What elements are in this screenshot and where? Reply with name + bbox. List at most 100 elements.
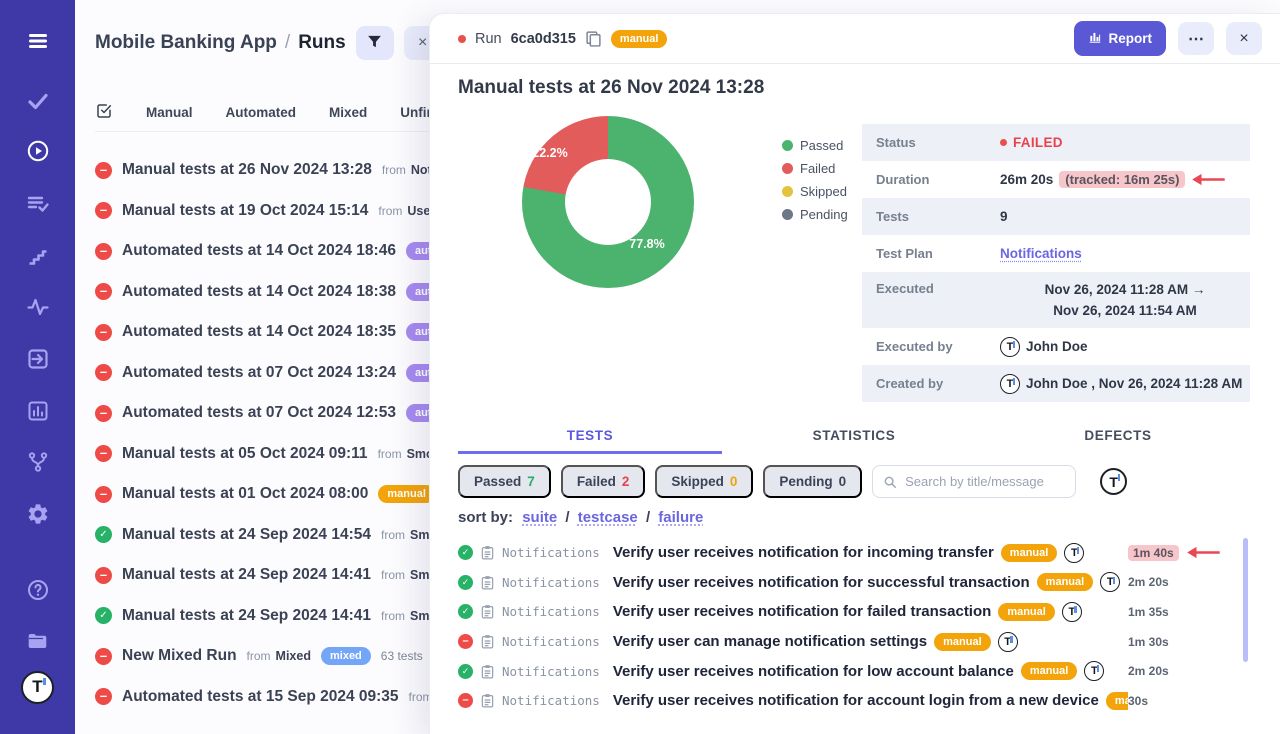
menu-icon[interactable] xyxy=(24,27,52,55)
assignee-avatar: T xyxy=(1084,661,1104,681)
close-icon: × xyxy=(418,34,427,52)
test-title: Verify user receives notification for in… xyxy=(613,544,994,561)
run-title: Automated tests at 07 Oct 2024 13:24 xyxy=(122,364,396,382)
tab-manual[interactable]: Manual xyxy=(146,105,193,120)
status-filter-chip[interactable]: Failed 2 xyxy=(561,465,646,498)
status-filter-chip[interactable]: Pending 0 xyxy=(763,465,862,498)
tests-scrollbar[interactable] xyxy=(1243,538,1248,662)
ellipsis-icon: ⋯ xyxy=(1188,29,1204,49)
sort-by-suite[interactable]: suite xyxy=(522,509,557,526)
assignee-filter-avatar[interactable]: T xyxy=(1100,468,1127,495)
sort-by-testcase[interactable]: testcase xyxy=(578,509,638,526)
tab-defects[interactable]: DEFECTS xyxy=(986,420,1250,454)
run-title: Automated tests at 07 Oct 2024 12:53 xyxy=(122,404,396,422)
test-row[interactable]: Notifications Verify user receives notif… xyxy=(458,538,1242,568)
from-label: from xyxy=(378,447,402,461)
app-sidebar: T xyxy=(0,0,75,734)
funnel-icon xyxy=(366,33,383,53)
tab-automated[interactable]: Automated xyxy=(226,105,297,120)
test-type-badge: manual xyxy=(1021,662,1078,680)
tracked-duration: (tracked: 16m 25s) xyxy=(1059,171,1185,188)
test-duration: 2m 20s xyxy=(1128,664,1242,678)
assignee-avatar: T xyxy=(998,632,1018,652)
reports-icon[interactable] xyxy=(24,397,52,425)
run-title: Automated tests at 15 Sep 2024 09:35 xyxy=(122,688,399,706)
legend-dot xyxy=(782,163,793,174)
breadcrumb-section: Runs xyxy=(298,32,346,54)
search-input[interactable] xyxy=(905,474,1065,489)
executed-end: Nov 26, 2024 11:54 AM xyxy=(1053,301,1197,320)
test-row[interactable]: Notifications Verify user receives notif… xyxy=(458,568,1242,598)
test-suite: Notifications xyxy=(502,575,600,590)
legend-item: Passed xyxy=(782,138,848,153)
run-status-icon xyxy=(95,607,112,624)
run-label: Run xyxy=(475,31,502,47)
test-row[interactable]: Notifications Verify user can manage not… xyxy=(458,627,1242,657)
profile-avatar[interactable]: T xyxy=(24,673,52,701)
test-status-icon xyxy=(458,634,473,649)
filter-button[interactable] xyxy=(356,26,394,60)
run-title: Automated tests at 14 Oct 2024 18:38 xyxy=(122,283,396,301)
breadcrumb-project[interactable]: Mobile Banking App xyxy=(95,32,277,54)
settings-icon[interactable] xyxy=(24,500,52,528)
test-duration: 1m 40s xyxy=(1128,545,1242,561)
import-icon[interactable] xyxy=(24,345,52,373)
run-title: Manual tests at 01 Oct 2024 08:00 xyxy=(122,485,368,503)
branches-icon[interactable] xyxy=(24,448,52,476)
activity-icon[interactable] xyxy=(24,293,52,321)
projects-icon[interactable] xyxy=(24,627,52,655)
steps-icon[interactable] xyxy=(24,242,52,270)
annotation-arrow-icon xyxy=(1191,173,1225,186)
test-status-icon xyxy=(458,664,473,679)
tab-mixed[interactable]: Mixed xyxy=(329,105,367,120)
run-failed-dot xyxy=(458,35,466,43)
tab-tests[interactable]: TESTS xyxy=(458,420,722,454)
test-row[interactable]: Notifications Verify user receives notif… xyxy=(458,597,1242,627)
filter-count: 7 xyxy=(527,474,535,489)
run-status-icon xyxy=(95,162,112,179)
test-plan-link[interactable]: Notifications xyxy=(1000,246,1082,261)
run-title: Manual tests at 05 Oct 2024 09:11 xyxy=(122,445,368,463)
sort-row: sort by: suite / testcase / failure xyxy=(458,509,703,526)
detail-tabs: TESTS STATISTICS DEFECTS xyxy=(458,420,1250,454)
run-info-table: Status FAILED Duration 26m 20s (tracked:… xyxy=(862,124,1250,402)
run-detail-panel: Run 6ca0d315 manual Report ⋯ × Manual te… xyxy=(430,14,1280,734)
legend-item: Pending xyxy=(782,207,848,222)
sort-by-failure[interactable]: failure xyxy=(658,509,703,526)
test-row[interactable]: Notifications Verify user receives notif… xyxy=(458,656,1242,686)
tab-statistics[interactable]: STATISTICS xyxy=(722,420,986,454)
from-label: from xyxy=(382,163,406,177)
run-title: Automated tests at 14 Oct 2024 18:35 xyxy=(122,323,396,341)
checks-icon[interactable] xyxy=(24,87,52,115)
detail-close-button[interactable]: × xyxy=(1226,22,1262,55)
runs-icon[interactable] xyxy=(24,137,52,165)
from-label: from xyxy=(409,690,433,704)
info-row-executed: Executed Nov 26, 2024 11:28 AM → Nov 26,… xyxy=(862,272,1250,328)
run-status-icon xyxy=(95,405,112,422)
testcase-icon xyxy=(480,664,495,679)
user-avatar: T xyxy=(1000,337,1020,357)
report-button[interactable]: Report xyxy=(1074,21,1167,56)
run-status-icon xyxy=(95,567,112,584)
more-button[interactable]: ⋯ xyxy=(1178,22,1214,55)
status-filter-chip[interactable]: Skipped 0 xyxy=(655,465,753,498)
status-filter-chip[interactable]: Passed 7 xyxy=(458,465,551,498)
legend-dot xyxy=(782,209,793,220)
help-icon[interactable] xyxy=(24,576,52,604)
run-status-icon xyxy=(95,283,112,300)
info-row-created-by: Created by T John Doe , Nov 26, 2024 11:… xyxy=(862,365,1250,402)
bar-chart-icon xyxy=(1088,30,1102,47)
select-runs-icon[interactable] xyxy=(95,102,113,123)
assignee-avatar: T xyxy=(1064,543,1084,563)
test-cases-icon[interactable] xyxy=(24,190,52,218)
copy-icon[interactable] xyxy=(585,30,602,47)
run-source-plan: Mixed xyxy=(276,649,311,663)
run-status-icon xyxy=(95,364,112,381)
donut-label-failed: 22.2% xyxy=(532,146,567,160)
info-row-executed-by: Executed by T John Doe xyxy=(862,328,1250,365)
test-row[interactable]: Notifications Verify user receives notif… xyxy=(458,686,1242,716)
testcase-icon xyxy=(480,604,495,619)
test-type-badge: manual xyxy=(934,633,991,651)
test-suite: Notifications xyxy=(502,634,600,649)
run-status-icon xyxy=(95,526,112,543)
